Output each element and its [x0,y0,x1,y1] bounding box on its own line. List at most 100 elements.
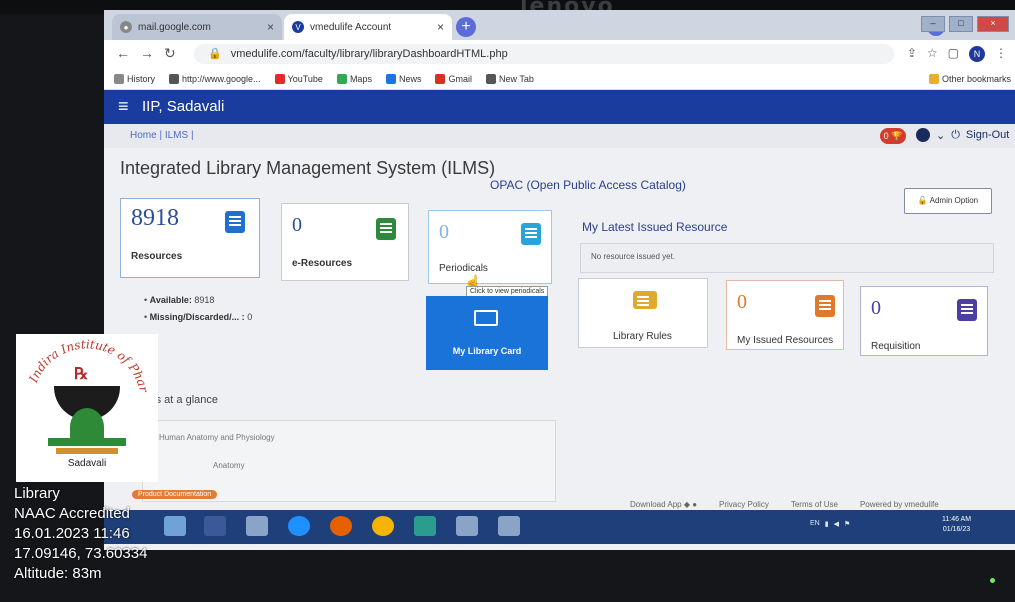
trophy-badge[interactable]: 0 🏆 [880,128,906,144]
url-text: vmedulife.com/faculty/library/libraryDas… [230,48,508,60]
chevron-down-icon: ⌄ [936,129,946,142]
library-rules-label: Library Rules [613,331,672,342]
logo-subtitle: Sadavali [67,458,107,469]
institute-logo: Indira Institute of Pharmacy ℞ Sadavali [16,334,158,482]
user-menu[interactable]: ⌄ ⏻ Sign-Out [916,128,1009,142]
maximize-button[interactable]: □ [949,16,973,32]
id-card-icon [633,291,657,309]
back-icon[interactable]: ← [116,45,130,61]
admin-option-button[interactable]: 🔓 Admin Option [904,188,992,214]
menu-icon[interactable]: ⋮ [995,46,1007,62]
resources-label: Resources [131,251,183,262]
opac-link[interactable]: OPAC (Open Public Access Catalog) [490,178,686,192]
id-card-icon [474,310,498,326]
clock[interactable]: 11:46 AM 01/16/23 [942,515,971,535]
glance-item: Anatomy [213,461,245,470]
bookmark-google[interactable]: http://www.google... [169,73,261,84]
my-issued-count: 0 [737,291,747,313]
terms-link[interactable]: Terms of Use [791,500,838,509]
vmedulife-icon: V [292,21,304,33]
forward-icon[interactable]: → [140,45,154,61]
volume-icon[interactable]: ◀ [834,520,839,528]
powered-by: Powered by vmedulife [859,500,939,509]
hamburger-menu-icon[interactable]: ≡ [118,96,129,117]
minimize-button[interactable]: – [921,16,945,32]
star-icon[interactable]: ☆ [927,46,938,62]
maps-icon [336,73,347,84]
resources-card[interactable]: 8918 Resources [120,198,260,278]
periodicals-label: Periodicals [439,263,488,274]
app-title: IIP, Sadavali [142,98,225,115]
internet-explorer-icon[interactable] [288,516,310,536]
firefox-icon[interactable] [330,516,352,536]
tab-gmail[interactable]: ● mail.google.com × [112,14,282,40]
bookmark-other[interactable]: Other bookmarks [928,73,1011,84]
window-close-button[interactable]: × [977,16,1009,32]
tab-label: mail.google.com [138,21,211,33]
app-icon[interactable] [498,516,520,536]
sub-header: Home | ILMS | 0 🏆 ⌄ ⏻ Sign-Out [104,124,1015,148]
bookmark-news[interactable]: News [385,73,421,84]
browser-tab-bar: ● mail.google.com × V vmedulife Account … [104,10,1015,40]
chrome-icon[interactable] [372,516,394,536]
bookmark-history[interactable]: History [114,73,155,84]
address-row: ← → ↻ 🔒 vmedulife.com/faculty/library/li… [104,40,1015,68]
globe-icon [485,73,496,84]
list-item: • Available: 8918 [144,295,215,305]
library-rules-card[interactable]: Library Rules [578,278,708,348]
close-icon[interactable]: × [267,20,274,34]
library-app-icon[interactable] [164,516,186,536]
share-icon[interactable]: ⇪ [907,46,917,62]
e-resources-count: 0 [292,214,302,236]
reload-icon[interactable]: ↻ [164,45,176,62]
book-icon [376,218,396,240]
network-icon[interactable]: ▮ [825,520,829,528]
glance-item: Human Anatomy and Physiology [159,433,275,442]
globe-icon: ● [120,21,132,33]
bookmark-new-tab[interactable]: New Tab [485,73,534,84]
bookmark-youtube[interactable]: YouTube [274,73,323,84]
flag-icon[interactable]: ⚑ [844,520,850,528]
youtube-icon [274,73,285,84]
breadcrumb[interactable]: Home | ILMS | [130,130,194,141]
language-indicator[interactable]: EN [810,520,820,528]
close-icon[interactable]: × [437,20,444,34]
my-library-card-button[interactable]: My Library Card [426,296,548,370]
new-tab-button[interactable]: + [456,17,476,37]
sign-out-link[interactable]: Sign-Out [966,129,1009,141]
app-icon[interactable] [414,516,436,536]
periodicals-card[interactable]: 0 Periodicals [428,210,552,284]
profile-avatar[interactable]: N [969,46,985,62]
system-tray: EN ▮ ◀ ⚑ [810,520,850,528]
folder-icon [928,73,939,84]
my-issued-label: My Issued Resources [737,335,834,346]
logo-base-stripe [56,448,118,454]
footer: Download App ◆ ● Privacy Policy Terms of… [630,500,939,509]
sidebar-icon[interactable]: ▢ [948,46,959,62]
requisition-count: 0 [871,297,881,319]
availability-list: • Available: 8918 • Missing/Discarded/..… [144,292,252,326]
tab-vmedulife[interactable]: V vmedulife Account × [284,14,452,40]
address-bar[interactable]: 🔒 vmedulife.com/faculty/library/libraryD… [194,44,894,64]
e-resources-card[interactable]: 0 e-Resources [281,203,409,281]
book-app-icon[interactable] [456,516,478,536]
rx-symbol: ℞ [74,364,89,383]
logo-base [48,438,126,446]
no-resource-message: No resource issued yet. [580,243,994,273]
download-app-link[interactable]: Download App ◆ ● [630,500,697,509]
taskbar: EN ▮ ◀ ⚑ 11:46 AM 01/16/23 [104,510,1015,544]
book-icon [957,299,977,321]
user-icon [916,128,930,142]
status-dot [990,578,995,583]
requisition-card[interactable]: 0 Requisition [860,286,988,356]
privacy-policy-link[interactable]: Privacy Policy [719,500,769,509]
bookmark-gmail[interactable]: Gmail [435,73,472,84]
news-icon [385,73,396,84]
my-issued-resources-card[interactable]: 0 My Issued Resources [726,280,844,350]
bookmark-maps[interactable]: Maps [336,73,372,84]
media-player-icon[interactable] [204,516,226,536]
periodicals-count: 0 [439,221,449,243]
unlock-icon: 🔓 [917,196,928,205]
documents-icon[interactable] [246,516,268,536]
book-icon [521,223,541,245]
